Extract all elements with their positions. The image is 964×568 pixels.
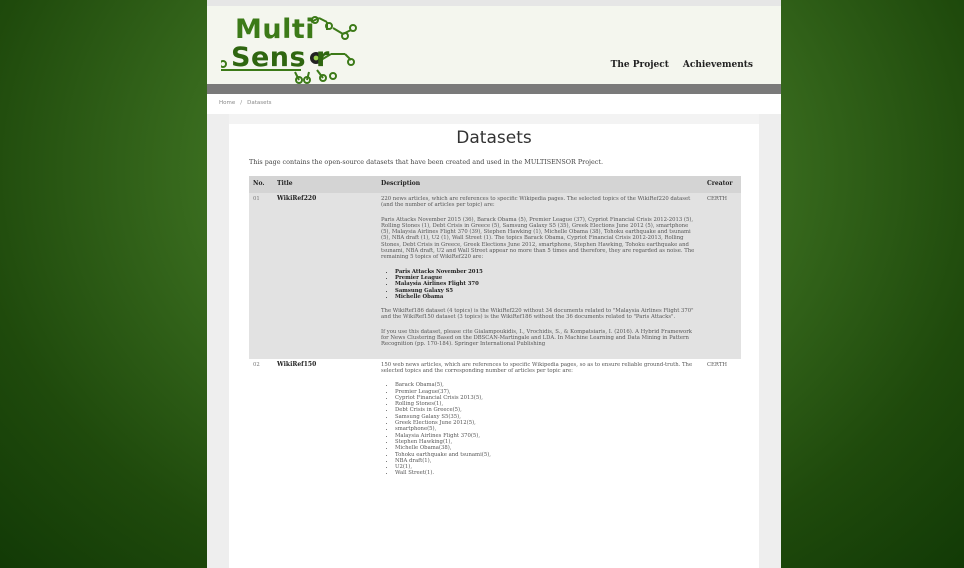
page-container: Multi Sens r The Project Achievements Ho… (207, 0, 781, 568)
row-creator: CERTH (703, 193, 741, 359)
citation-paragraph: If you use this dataset, please cite Gia… (381, 328, 692, 348)
content-side-left (207, 114, 229, 568)
table-header-row: No. Title Description Creator (249, 176, 741, 193)
col-description: Description (377, 176, 703, 193)
breadcrumb: Home / Datasets (219, 100, 272, 106)
table-row: 01 WikiRef220 220 news articles, which a… (249, 193, 741, 359)
content-side-right (759, 114, 781, 568)
list-item: Michelle Obama (395, 294, 699, 300)
header-bar (207, 84, 781, 94)
content-top-band (207, 114, 781, 124)
logo-text-sensor: Sens r (231, 42, 330, 73)
row-description: 150 web news articles, which are referen… (377, 359, 703, 488)
logo-text-multi: Multi (235, 14, 316, 45)
row-no: 01 (249, 193, 273, 359)
row-no: 02 (253, 361, 260, 368)
description-paragraph: Paris Attacks November 2015 (36), Barack… (381, 216, 695, 261)
breadcrumb-home[interactable]: Home (219, 100, 235, 106)
list-item: Wall Street(1). (395, 470, 699, 476)
col-no: No. (249, 176, 273, 193)
breadcrumb-current: Datasets (247, 100, 272, 106)
col-creator: Creator (703, 176, 741, 193)
nav-achievements[interactable]: Achievements (683, 60, 753, 70)
description-paragraph: 220 news articles, which are references … (381, 196, 691, 209)
site-header: Multi Sens r The Project Achievements (207, 0, 781, 84)
multisensor-logo[interactable]: Multi Sens r (221, 14, 361, 84)
row-title: WikiRef150 (277, 360, 317, 368)
topic-list: Paris Attacks November 2015 Premier Leag… (381, 269, 699, 300)
page-title: Datasets (456, 128, 532, 148)
description-paragraph: The WikiRef186 dataset (4 topics) is the… (381, 308, 694, 321)
main-nav: The Project Achievements (611, 60, 753, 70)
row-description: 220 news articles, which are references … (377, 193, 703, 359)
col-title: Title (273, 176, 377, 193)
table-row: 02 WikiRef150 150 web news articles, whi… (249, 359, 741, 488)
intro-text: This page contains the open-source datas… (249, 158, 603, 166)
nav-the-project[interactable]: The Project (611, 60, 669, 70)
row-creator: CERTH (707, 361, 727, 368)
breadcrumb-separator: / (240, 100, 243, 106)
row-title: WikiRef220 (273, 193, 377, 359)
main-content: Datasets This page contains the open-sou… (229, 124, 759, 568)
datasets-table: No. Title Description Creator 01 WikiRef… (249, 176, 741, 488)
description-paragraph: 150 web news articles, which are referen… (381, 361, 693, 374)
topic-list: Barack Obama(5), Premier League(37), Cyp… (381, 382, 699, 476)
